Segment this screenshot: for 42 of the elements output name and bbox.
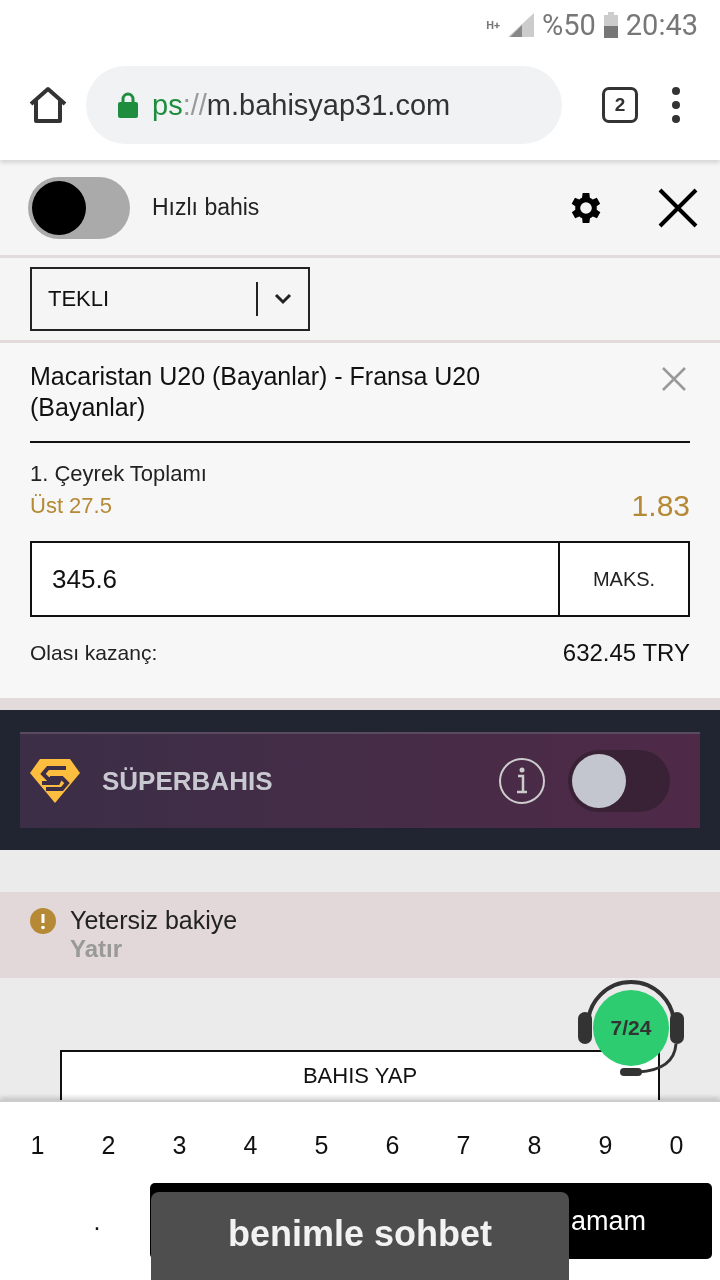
shield-logo-icon [30,759,80,803]
superbahis-label: SÜPERBAHIS [102,765,274,797]
digit-key[interactable]: 3 [149,1130,210,1161]
clock-time: 20:43 [625,8,698,42]
selection-label: Üst 27.5 [30,493,112,519]
place-bet-button[interactable]: BAHIS YAP [60,1050,660,1100]
market-name: 1. Çeyrek Toplamı [30,461,208,487]
close-icon[interactable] [658,187,698,228]
battery-percentage: %50 [541,8,596,42]
chevron-down-icon [274,293,292,305]
digit-key[interactable]: 7 [433,1130,494,1161]
digit-key[interactable]: 2 [78,1130,139,1161]
digit-key[interactable]: 1 [7,1130,68,1161]
dot-key[interactable]: . [0,1205,150,1237]
odds-value: 1.83 [631,489,690,523]
info-icon[interactable] [498,757,546,805]
battery-icon [603,12,618,38]
max-stake-button[interactable]: MAKS. [560,541,690,617]
home-icon[interactable] [28,86,68,124]
warning-message: Yetersiz bakiye [70,906,238,935]
digit-key[interactable]: 5 [291,1130,352,1161]
network-type-label: H+ [486,19,500,31]
lock-icon [118,92,138,118]
tab-count-button[interactable]: 2 [602,87,638,123]
stake-input[interactable]: 345.6 [30,541,560,617]
digit-key[interactable]: 9 [575,1130,636,1161]
signal-icon [507,13,534,37]
digit-key[interactable]: 8 [504,1130,565,1161]
bet-type-dropdown[interactable]: TEKLI [30,267,310,331]
quick-bet-label: Hızlı bahis [152,194,261,221]
potential-win-value: 632.45 TRY [562,639,690,667]
warning-icon [30,908,56,934]
digit-key[interactable]: 4 [220,1130,281,1161]
chat-toast[interactable]: benimle sohbet [151,1192,569,1280]
match-title: Macaristan U20 (Bayanlar) - Fransa U20 (Bayanlar) [30,361,482,423]
chat-toast-text: benimle sohbet [227,1213,492,1255]
digit-key[interactable]: 0 [646,1130,707,1161]
potential-win-label: Olası kazanç: [30,641,158,665]
address-bar[interactable]: ps://m.bahisyap31.com [86,66,562,144]
digit-key[interactable]: 6 [362,1130,423,1161]
remove-icon[interactable] [662,367,686,391]
url-text: ps://m.bahisyap31.com [152,88,451,122]
